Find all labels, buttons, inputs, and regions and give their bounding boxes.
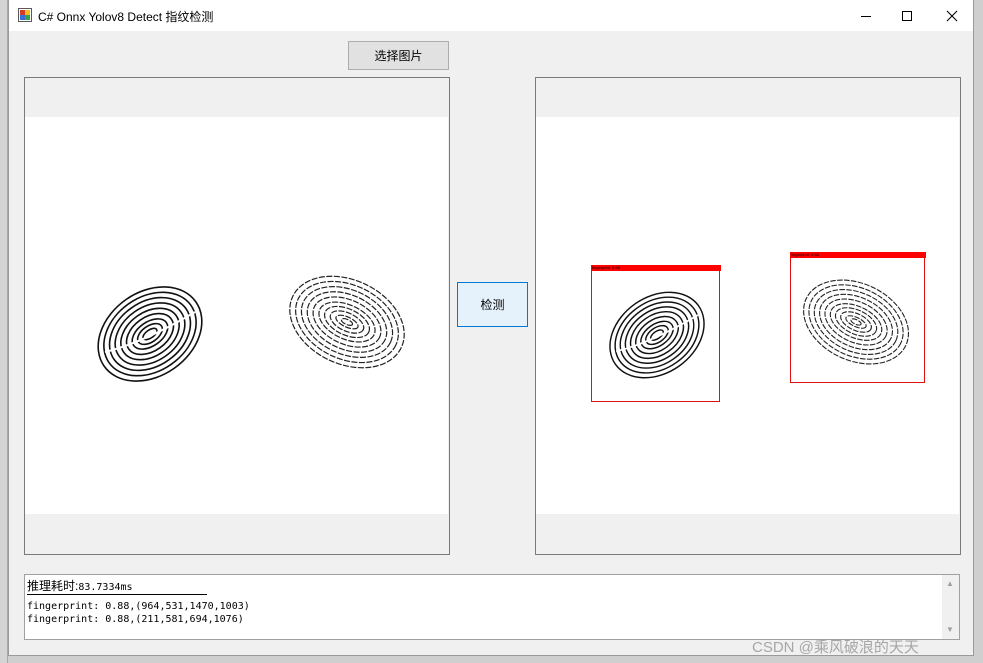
output-textbox[interactable]: 推理耗时:83.7334ms fingerprint: 0.88,(964,53… xyxy=(24,574,960,640)
detection-label-1: fingerprint: 0.88 xyxy=(591,265,721,271)
title-bar: C# Onnx Yolov8 Detect 指纹检测 xyxy=(9,0,973,31)
minimize-icon xyxy=(861,15,871,17)
result-image: fingerprint: 0.88 fingerprint: 0.88 xyxy=(536,117,959,514)
inference-time-line: 推理耗时:83.7334ms xyxy=(27,577,133,594)
input-picture-box xyxy=(24,77,450,555)
fingerprint-image-1 xyxy=(97,286,203,382)
detection-label-2: fingerprint: 0.88 xyxy=(790,252,926,258)
scroll-up-icon[interactable]: ▲ xyxy=(946,580,954,588)
minimize-button[interactable] xyxy=(843,0,889,31)
close-button[interactable] xyxy=(929,0,975,31)
input-image xyxy=(25,117,448,514)
watermark: CSDN @乘风破浪的天天 xyxy=(752,639,919,656)
detection-box-2: fingerprint: 0.88 xyxy=(790,252,926,383)
maximize-icon xyxy=(902,10,912,21)
select-image-button[interactable]: 选择图片 xyxy=(348,41,449,70)
app-icon xyxy=(18,8,32,22)
vertical-scrollbar[interactable]: ▲ ▼ xyxy=(942,575,959,639)
result-line-1: fingerprint: 0.88,(964,531,1470,1003) xyxy=(27,601,250,612)
result-line-2: fingerprint: 0.88,(211,581,694,1076) xyxy=(27,614,244,625)
separator-line xyxy=(27,594,207,595)
window-title: C# Onnx Yolov8 Detect 指纹检测 xyxy=(38,10,214,24)
scroll-down-icon[interactable]: ▼ xyxy=(946,626,954,634)
main-window: C# Onnx Yolov8 Detect 指纹检测 选择图片 检测 finge… xyxy=(8,0,974,656)
background-window-edge xyxy=(0,0,8,663)
maximize-button[interactable] xyxy=(884,0,930,31)
inference-time-label: 推理耗时: xyxy=(27,579,79,593)
close-icon xyxy=(946,10,958,21)
detect-button[interactable]: 检测 xyxy=(457,282,528,327)
fingerprint-image-2 xyxy=(289,275,405,369)
detection-box-1: fingerprint: 0.88 xyxy=(591,265,721,402)
result-picture-box: fingerprint: 0.88 fingerprint: 0.88 xyxy=(535,77,961,555)
inference-time-value: 83.7334ms xyxy=(78,582,133,593)
